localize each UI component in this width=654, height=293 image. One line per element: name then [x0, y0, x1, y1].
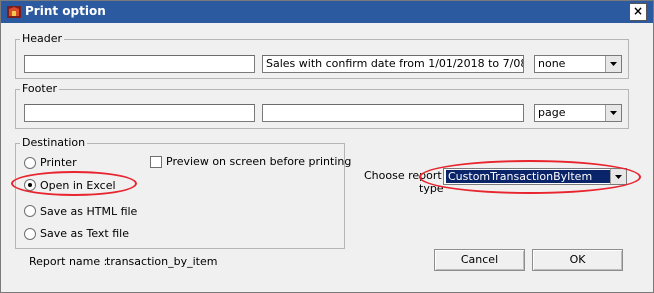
title-bar[interactable]: Print option × [1, 1, 653, 23]
choose-report-label: Choose report [364, 169, 442, 182]
radio-save-html-label[interactable]: Save as HTML file [40, 205, 137, 218]
header-center-input[interactable]: Sales with confirm date from 1/01/2018 t… [262, 55, 524, 73]
header-select[interactable]: none [534, 55, 622, 73]
report-type-select[interactable]: CustomTransactionByItem [443, 168, 627, 185]
cancel-button[interactable]: Cancel [434, 249, 525, 271]
ok-button[interactable]: OK [532, 249, 623, 271]
report-name-label: Report name : [29, 255, 108, 268]
footer-center-input[interactable] [262, 104, 524, 122]
chevron-down-icon[interactable] [605, 105, 621, 121]
radio-save-html[interactable] [24, 205, 36, 217]
header-legend: Header [20, 32, 65, 45]
footer-legend: Footer [20, 82, 59, 95]
dialog-title: Print option [25, 4, 106, 18]
header-select-value: none [538, 57, 566, 70]
radio-save-text[interactable] [24, 228, 36, 240]
chevron-down-icon[interactable] [605, 56, 621, 72]
print-option-dialog: Print option × Header Sales with confirm… [0, 0, 654, 293]
app-icon [6, 4, 22, 20]
radio-open-in-excel[interactable] [24, 179, 36, 191]
radio-selected-dot [28, 183, 32, 187]
footer-select-value: page [538, 106, 566, 119]
report-type-value: CustomTransactionByItem [446, 170, 610, 183]
close-button[interactable]: × [629, 3, 647, 21]
radio-save-text-label[interactable]: Save as Text file [40, 227, 129, 240]
radio-printer[interactable] [24, 157, 36, 169]
preview-checkbox-label[interactable]: Preview on screen before printing [166, 155, 351, 168]
footer-left-input[interactable] [24, 104, 255, 122]
preview-checkbox[interactable] [150, 156, 162, 168]
footer-select[interactable]: page [534, 104, 622, 122]
destination-legend: Destination [20, 136, 88, 149]
choose-report-type-label: type [419, 182, 444, 195]
chevron-down-icon[interactable] [610, 169, 626, 184]
report-name-value: transaction_by_item [106, 255, 218, 268]
radio-open-in-excel-label[interactable]: Open in Excel [40, 179, 116, 192]
radio-printer-label[interactable]: Printer [40, 156, 77, 169]
header-left-input[interactable] [24, 55, 255, 73]
